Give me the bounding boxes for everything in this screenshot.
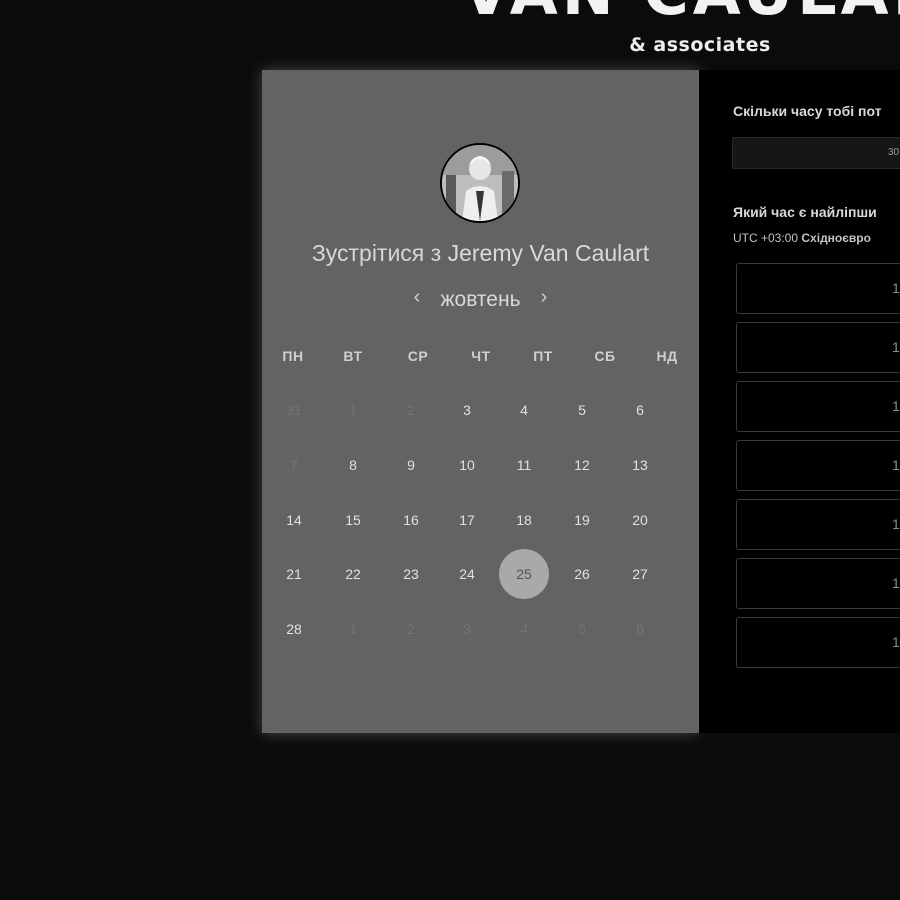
time-slot-button[interactable]: 1 (736, 263, 900, 314)
time-slot-label: 1 (892, 398, 900, 414)
calendar-day[interactable]: 28 (269, 604, 319, 654)
calendar-day[interactable]: 16 (386, 495, 436, 545)
time-slot-button[interactable]: 1 (736, 440, 900, 491)
calendar-day[interactable]: 22 (328, 549, 378, 599)
time-slot-label: 1 (892, 339, 900, 355)
timezone-label: UTC +03:00 Східноєвро (733, 231, 871, 245)
calendar-day[interactable]: 11 (499, 440, 549, 490)
duration-select[interactable]: 30 (732, 137, 900, 169)
time-slot-list: 1 1 1 1 1 1 1 (736, 263, 900, 683)
calendar-day[interactable]: 18 (499, 495, 549, 545)
calendar-day: 4 (520, 621, 528, 637)
duration-question: Скільки часу тобі пот (733, 103, 882, 119)
calendar-day[interactable]: 27 (615, 549, 665, 599)
calendar-day: 31 (286, 402, 302, 418)
calendar-day: 2 (407, 621, 415, 637)
brand-subtitle: & associates (629, 34, 771, 56)
calendar-day: 6 (636, 621, 644, 637)
time-slot-button[interactable]: 1 (736, 558, 900, 609)
calendar-day[interactable]: 12 (557, 440, 607, 490)
time-slot-label: 1 (892, 575, 900, 591)
calendar-day[interactable]: 6 (615, 385, 665, 435)
calendar-day-selected[interactable]: 25 (499, 549, 549, 599)
timezone-offset: UTC +03:00 (733, 231, 799, 245)
calendar-day[interactable]: 26 (557, 549, 607, 599)
time-slot-button[interactable]: 1 (736, 381, 900, 432)
calendar-day[interactable]: 20 (615, 495, 665, 545)
time-slot-label: 1 (892, 280, 900, 296)
time-slot-label: 1 (892, 457, 900, 473)
calendar-day[interactable]: 21 (269, 549, 319, 599)
calendar-day: 1 (349, 621, 357, 637)
duration-value: 30 (888, 147, 900, 158)
time-slot-label: 1 (892, 634, 900, 650)
calendar-day: 1 (349, 402, 357, 418)
calendar-day[interactable]: 5 (557, 385, 607, 435)
brand-title: VAN CAULAR (462, 0, 900, 24)
calendar-day[interactable]: 15 (328, 495, 378, 545)
time-slot-button[interactable]: 1 (736, 322, 900, 373)
calendar-day[interactable]: 17 (442, 495, 492, 545)
calendar-day[interactable]: 13 (615, 440, 665, 490)
calendar-day: 2 (407, 402, 415, 418)
calendar-day[interactable]: 23 (386, 549, 436, 599)
time-slot-label: 1 (892, 516, 900, 532)
time-slot-button[interactable]: 1 (736, 499, 900, 550)
form-panel: Скільки часу тобі пот 30 Який час є найл… (699, 70, 900, 733)
calendar-day[interactable]: 4 (499, 385, 549, 435)
calendar-day: 5 (578, 621, 586, 637)
calendar-day: 7 (290, 457, 298, 473)
calendar-panel: Зустрітися з Jeremy Van Caulart ‹ жовтен… (262, 70, 699, 733)
calendar-day[interactable]: 9 (386, 440, 436, 490)
time-question: Який час є найліпши (733, 204, 877, 220)
calendar-day[interactable]: 19 (557, 495, 607, 545)
time-slot-button[interactable]: 1 (736, 617, 900, 668)
timezone-name: Східноєвро (801, 231, 871, 245)
calendar-grid: 31 1 2 3 4 5 6 7 8 9 10 11 12 13 14 15 16 17 18 19 20 21 22 23 2… (262, 70, 699, 733)
calendar-day[interactable]: 10 (442, 440, 492, 490)
calendar-day[interactable]: 24 (442, 549, 492, 599)
calendar-day: 3 (463, 621, 471, 637)
calendar-day[interactable]: 8 (328, 440, 378, 490)
calendar-day[interactable]: 3 (442, 385, 492, 435)
calendar-day[interactable]: 14 (269, 495, 319, 545)
